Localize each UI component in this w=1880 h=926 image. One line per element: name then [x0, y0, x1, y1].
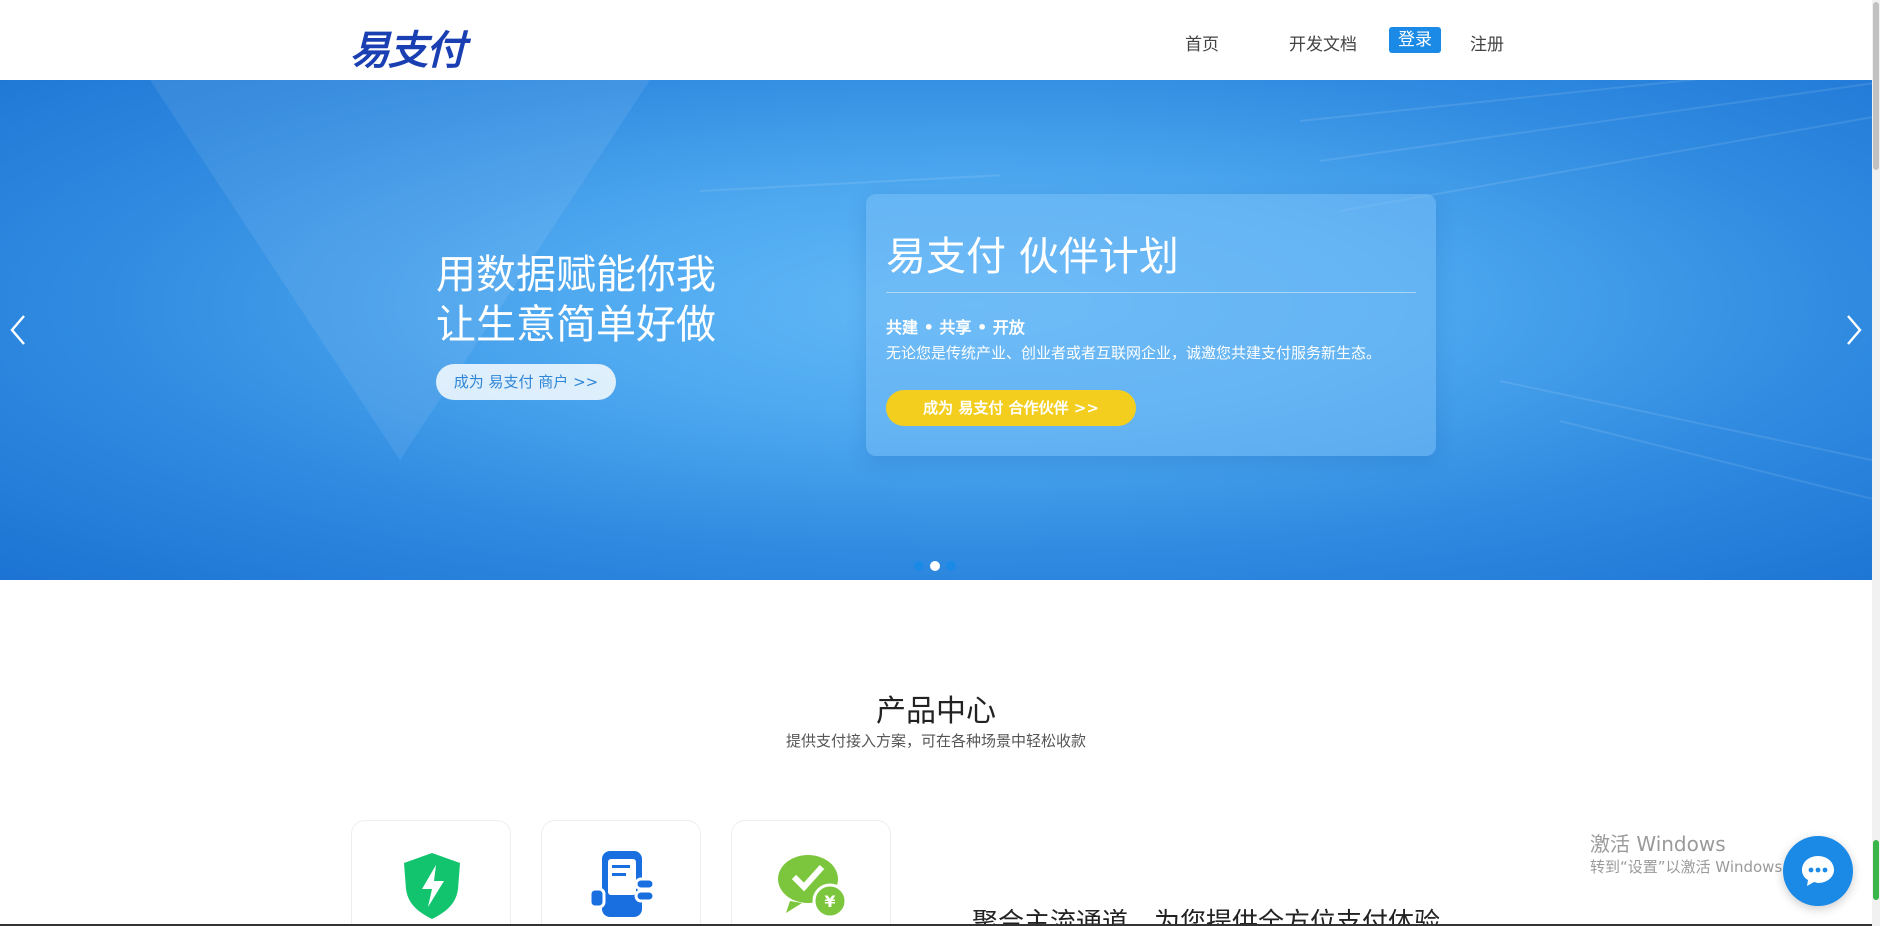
carousel-dot-1[interactable]: [914, 561, 924, 571]
nav-home[interactable]: 首页: [1185, 30, 1219, 55]
scrollbar-thumb[interactable]: [1873, 2, 1879, 170]
product-card-wechat[interactable]: ¥: [731, 820, 891, 926]
windows-activation-hint: 转到“设置”以激活 Windows。: [1590, 858, 1798, 876]
banner-decor-streak: [1299, 80, 1872, 122]
nav-register[interactable]: 注册: [1470, 30, 1504, 55]
chat-bubble-icon: [1802, 856, 1834, 886]
nav-login-button[interactable]: 登录: [1389, 27, 1441, 53]
chevron-left-icon: [10, 315, 25, 345]
site-header: 易支付 首页 开发文档 登录 注册: [0, 0, 1872, 80]
banner-decor-streak: [1559, 420, 1872, 543]
carousel-dot-2[interactable]: [930, 561, 940, 571]
partner-program-card: 易支付 伙伴计划 共建 • 共享 • 开放 无论您是传统产业、创业者或者互联网企…: [866, 194, 1436, 456]
banner-decor-streak: [1319, 80, 1872, 162]
wechat-pay-icon: ¥: [778, 855, 848, 919]
scroll-progress-indicator: [1873, 840, 1879, 900]
section-title: 产品中心: [876, 694, 996, 729]
partner-card-title: 易支付 伙伴计划: [886, 234, 1179, 280]
slogan-line-2: 让生意简单好做: [436, 302, 716, 348]
become-merchant-button[interactable]: 成为 易支付 商户 >>: [436, 364, 616, 400]
site-logo[interactable]: 易支付: [350, 18, 466, 76]
windows-activation-watermark: 激活 Windows: [1590, 832, 1726, 856]
banner-decor-streak: [1499, 380, 1872, 486]
card-divider: [886, 292, 1416, 293]
partner-card-description: 无论您是传统产业、创业者或者互联网企业，诚邀您共建支付服务新生态。: [886, 344, 1382, 362]
hero-carousel: 用数据赋能你我 让生意简单好做 成为 易支付 商户 >> 易支付 伙伴计划 共建…: [0, 80, 1872, 580]
mobile-payment-icon: [588, 851, 656, 917]
carousel-indicators: [914, 561, 956, 571]
aggregate-channels-heading: 聚合主流通道，为您提供全方位支付体验: [972, 908, 1441, 926]
section-subtitle: 提供支付接入方案，可在各种场景中轻松收款: [785, 732, 1086, 750]
banner-slogan: 用数据赋能你我 让生意简单好做: [436, 250, 716, 350]
live-chat-button[interactable]: [1783, 836, 1853, 906]
slogan-line-1: 用数据赋能你我: [436, 252, 716, 298]
shield-lightning-icon: [404, 853, 460, 919]
carousel-prev-button[interactable]: [8, 312, 28, 348]
chevron-right-icon: [1847, 315, 1862, 345]
product-card-security[interactable]: [351, 820, 511, 926]
carousel-next-button[interactable]: [1844, 312, 1864, 348]
svg-text:¥: ¥: [824, 892, 835, 911]
nav-docs[interactable]: 开发文档: [1289, 30, 1357, 55]
banner-decor-streak: [699, 174, 1000, 192]
carousel-dot-3[interactable]: [946, 561, 956, 571]
partner-card-tagline: 共建 • 共享 • 开放: [886, 318, 1025, 337]
become-partner-button[interactable]: 成为 易支付 合作伙伴 >>: [886, 390, 1136, 426]
product-card-mobile[interactable]: [541, 820, 701, 926]
page-scrollbar[interactable]: [1872, 0, 1880, 926]
